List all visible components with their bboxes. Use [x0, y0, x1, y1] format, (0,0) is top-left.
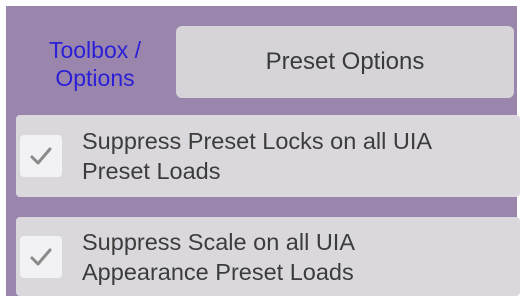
toolbox-link-line1: Toolbox / [48, 37, 142, 63]
toolbox-link-line2: Options [55, 65, 135, 91]
preset-options-label: Preset Options [265, 48, 425, 75]
suppress-scale-label: Suppress Scale on all UIA Appearance Pre… [82, 227, 512, 287]
option-label-line1: Suppress Scale on all UIA [82, 228, 356, 255]
option-label-line2: Appearance Preset Loads [82, 258, 354, 285]
suppress-preset-locks-checkbox[interactable] [20, 135, 62, 177]
checkmark-icon [30, 248, 52, 265]
option-label-line2: Preset Loads [82, 158, 221, 184]
suppress-preset-locks-label: Suppress Preset Locks on all UIA Preset … [82, 126, 512, 186]
options-panel: Toolbox / Options Preset Options Suppres… [6, 6, 520, 296]
suppress-scale-toggle[interactable]: Suppress Scale on all UIA Appearance Pre… [16, 217, 520, 296]
option-label-line1: Suppress Preset Locks on all UIA [82, 128, 433, 154]
toolbox-options-link[interactable]: Toolbox / Options [30, 36, 160, 92]
suppress-preset-locks-toggle[interactable]: Suppress Preset Locks on all UIA Preset … [16, 115, 520, 197]
preset-options-button[interactable]: Preset Options [176, 26, 514, 98]
suppress-scale-checkbox[interactable] [20, 235, 62, 278]
checkmark-icon [30, 147, 52, 165]
